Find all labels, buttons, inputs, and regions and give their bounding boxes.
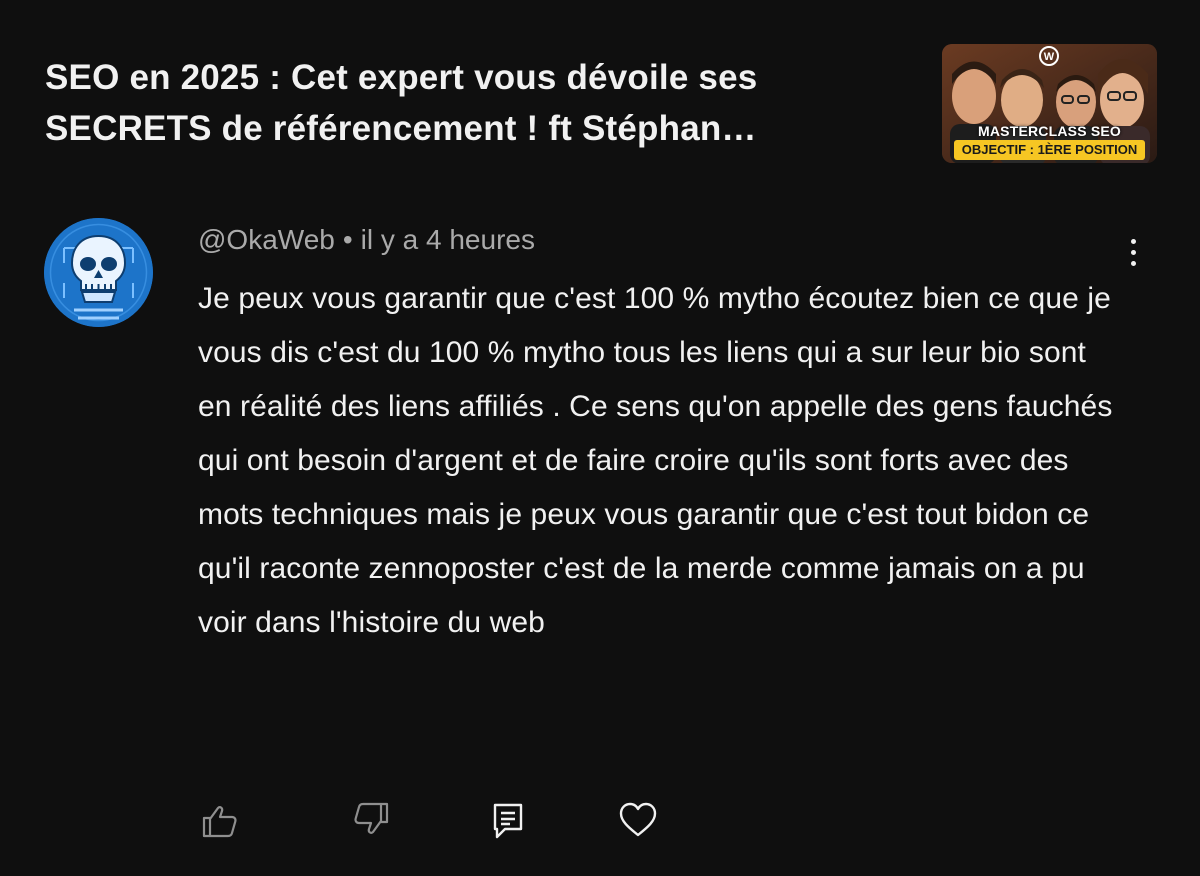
meta-separator: • xyxy=(342,224,353,255)
more-options-button[interactable] xyxy=(1118,232,1148,272)
comment-author[interactable]: @OkaWeb xyxy=(198,224,335,255)
avatar[interactable] xyxy=(44,218,153,327)
like-button[interactable] xyxy=(199,800,239,840)
skull-icon xyxy=(44,218,153,327)
dot-icon xyxy=(1130,238,1136,244)
heart-icon xyxy=(619,802,657,837)
reply-button[interactable] xyxy=(488,800,528,840)
comment: @OkaWeb • il y a 4 heures Je peux vous gar… xyxy=(198,220,1118,650)
thumbnail-headline: MASTERCLASS SEO xyxy=(977,123,1121,139)
thumbnail-badge: OBJECTIF : 1ÈRE POSITION xyxy=(954,140,1145,160)
reply-icon xyxy=(493,803,523,839)
video-thumbnail[interactable]: W MASTERCLASS SEO OBJECTIF : 1ÈRE POSITI… xyxy=(942,44,1157,163)
comment-time: il y a 4 heures xyxy=(360,224,535,255)
comment-meta: @OkaWeb • il y a 4 heures xyxy=(198,220,1118,260)
dot-icon xyxy=(1130,260,1136,266)
video-header[interactable]: SEO en 2025 : Cet expert vous dévoile se… xyxy=(45,52,925,154)
comment-actions xyxy=(0,800,1200,844)
video-title[interactable]: SEO en 2025 : Cet expert vous dévoile se… xyxy=(45,52,925,154)
dislike-button[interactable] xyxy=(352,800,392,840)
comment-text: Je peux vous garantir que c'est 100 % my… xyxy=(198,282,1113,639)
heart-button[interactable] xyxy=(618,800,658,840)
thumbs-up-icon xyxy=(202,806,237,838)
thumbnail-brand-mark: W xyxy=(1044,51,1055,63)
thumbs-down-icon xyxy=(354,802,389,834)
dot-icon xyxy=(1130,249,1136,255)
